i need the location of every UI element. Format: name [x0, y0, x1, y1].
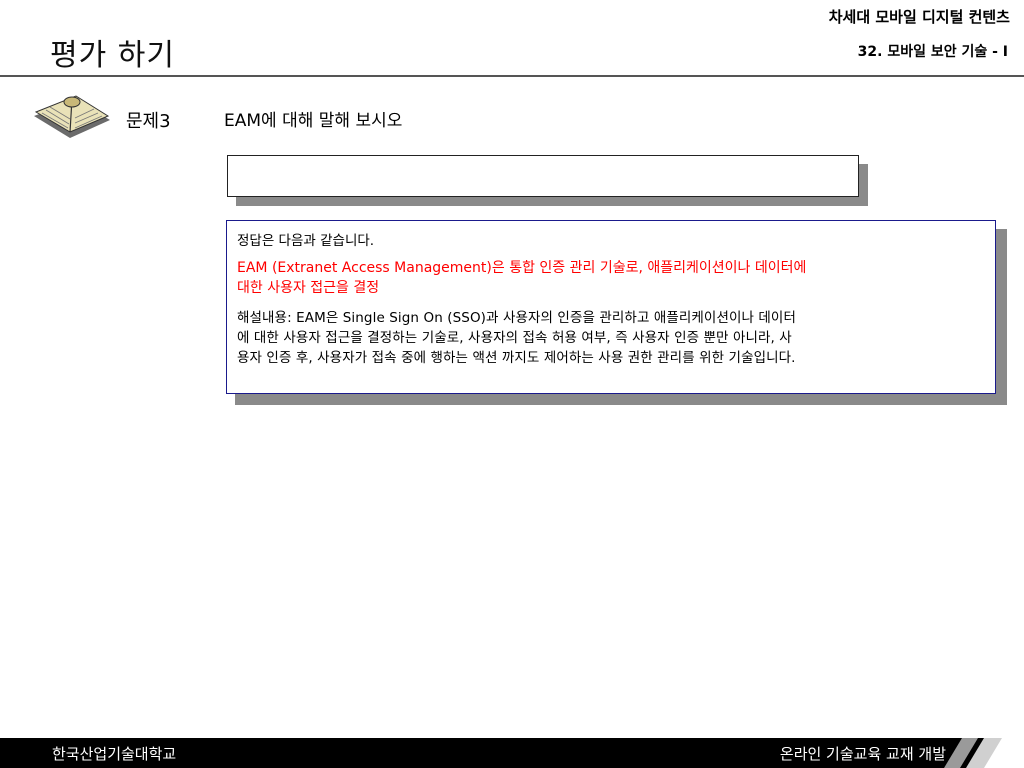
explanation-detail-line: 에 대한 사용자 접근을 결정하는 기술로, 사용자의 접속 허용 여부, 즉 …: [237, 330, 792, 346]
explanation-intro: 정답은 다음과 같습니다.: [237, 233, 375, 249]
explanation-detail-line: 해설내용: EAM은 Single Sign On (SSO)과 사용자의 인증…: [237, 310, 796, 326]
explanation-box: 정답은 다음과 같습니다. EAM (Extranet Access Manag…: [226, 220, 996, 394]
question-number: 문제3: [126, 111, 171, 132]
footer-institution: 한국산업기술대학교: [52, 745, 177, 763]
open-book-icon: [34, 95, 110, 138]
footer-bar: 한국산업기술대학교 온라인 기술교육 교재 개발: [0, 738, 1024, 768]
footer-project: 온라인 기술교육 교재 개발: [779, 745, 946, 763]
correct-answer-line: 대한 사용자 접근을 결정: [237, 280, 380, 296]
lesson-title: 32. 모바일 보안 기술 - I: [857, 44, 1008, 60]
page-title: 평가 하기: [50, 38, 175, 73]
footer-stripe-decoration: [944, 738, 1024, 768]
answer-input[interactable]: [227, 155, 859, 197]
explanation-detail: 해설내용: EAM은 Single Sign On (SSO)과 사용자의 인증…: [237, 308, 985, 368]
course-series-title: 차세대 모바일 디지털 컨텐츠: [828, 8, 1010, 26]
explanation-detail-line: 용자 인증 후, 사용자가 접속 중에 행하는 액션 까지도 제어하는 사용 권…: [237, 350, 796, 366]
correct-answer-line: EAM (Extranet Access Management)은 통합 인증 …: [237, 260, 807, 276]
question-text: EAM에 대해 말해 보시오: [224, 111, 403, 131]
correct-answer: EAM (Extranet Access Management)은 통합 인증 …: [237, 258, 985, 298]
header-divider: [0, 75, 1024, 77]
